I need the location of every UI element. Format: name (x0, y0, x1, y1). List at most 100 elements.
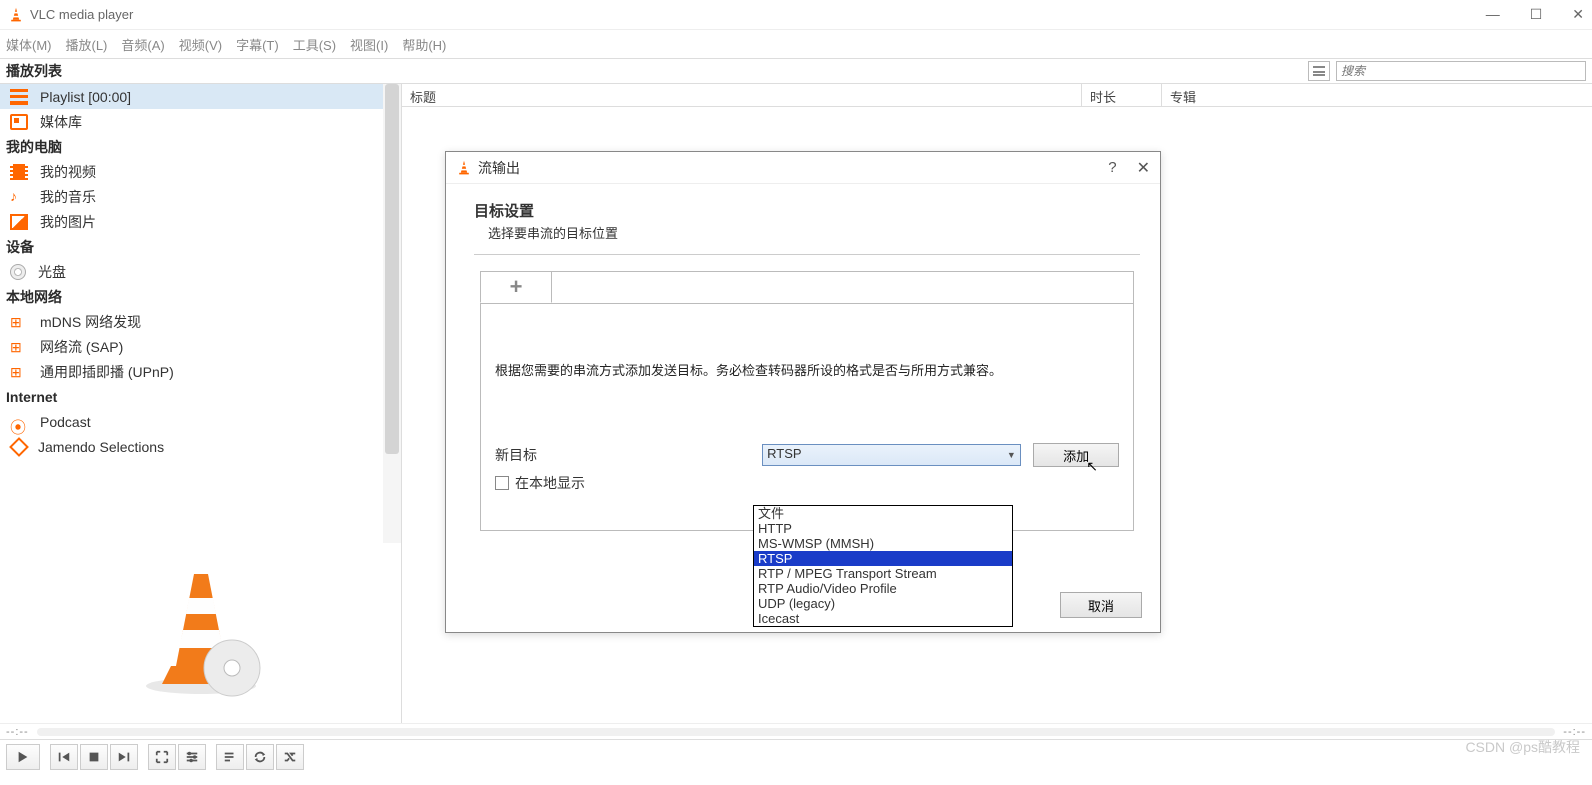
new-destination-label: 新目标 (495, 445, 762, 465)
playlist-button[interactable] (216, 744, 244, 770)
sidebar-item[interactable]: Playlist [00:00] (0, 84, 401, 109)
sidebar-category: 我的电脑 (0, 134, 401, 159)
mus-icon: ♪ (10, 189, 28, 205)
dropdown-option[interactable]: 文件 (754, 506, 1012, 521)
menu-bar: 媒体(M) 播放(L) 音频(A) 视频(V) 字幕(T) 工具(S) 视图(I… (0, 30, 1592, 58)
add-tab-button[interactable]: + (480, 271, 552, 303)
menu-audio[interactable]: 音频(A) (121, 35, 164, 54)
sidebar-item[interactable]: ⊞ 网络流 (SAP) (0, 334, 401, 359)
seek-bar: --:-- --:-- (0, 723, 1592, 739)
sidebar-category: Internet (0, 384, 401, 409)
loop-button[interactable] (246, 744, 274, 770)
cancel-button[interactable]: 取消 (1060, 592, 1142, 618)
net-icon: ⊞ (10, 339, 28, 355)
menu-tools[interactable]: 工具(S) (293, 35, 336, 54)
combobox-value: RTSP (767, 446, 801, 461)
pod-icon: ⦿ (10, 414, 28, 430)
lib-icon (10, 114, 28, 130)
next-button[interactable] (110, 744, 138, 770)
net-icon: ⊞ (10, 364, 28, 380)
prev-button[interactable] (50, 744, 78, 770)
sidebar-item-label: 光盘 (32, 262, 66, 282)
col-title[interactable]: 标题 (402, 84, 1082, 106)
chevron-down-icon: ▼ (1002, 445, 1020, 465)
sidebar-item-label: Podcast (34, 414, 91, 430)
sidebar-category: 设备 (0, 234, 401, 259)
sidebar-scrollbar[interactable] (383, 84, 401, 543)
sidebar-item-label: Jamendo Selections (32, 439, 164, 455)
pic-icon (10, 214, 28, 230)
sidebar-item[interactable]: ♪ 我的音乐 (0, 184, 401, 209)
watermark: CSDN @ps酷教程 (1465, 737, 1580, 757)
vlc-cone-icon (456, 160, 472, 176)
col-duration[interactable]: 时长 (1082, 84, 1162, 106)
seek-track[interactable] (37, 728, 1556, 736)
fullscreen-button[interactable] (148, 744, 176, 770)
column-headers: 标题 时长 专辑 (402, 84, 1592, 107)
maximize-button[interactable]: ☐ (1530, 6, 1543, 23)
time-total: --:-- (1563, 726, 1586, 738)
destination-dropdown-list[interactable]: 文件HTTPMS-WMSP (MMSH)RTSPRTP / MPEG Trans… (753, 505, 1013, 627)
sidebar-item-label: 我的音乐 (34, 187, 96, 207)
sidebar-item-label: 网络流 (SAP) (34, 337, 123, 357)
sidebar-category: 本地网络 (0, 284, 401, 309)
window-title: VLC media player (30, 7, 1486, 22)
sidebar-item[interactable]: Jamendo Selections (0, 434, 401, 459)
minimize-button[interactable]: — (1486, 6, 1500, 23)
destination-combobox[interactable]: RTSP ▼ (762, 444, 1021, 466)
play-button[interactable] (6, 744, 40, 770)
sidebar-item[interactable]: 我的视频 (0, 159, 401, 184)
sidebar-item-label: 我的视频 (34, 162, 96, 182)
net-icon: ⊞ (10, 314, 28, 330)
menu-playback[interactable]: 播放(L) (66, 35, 108, 54)
dialog-heading: 目标设置 (474, 200, 1140, 221)
menu-help[interactable]: 帮助(H) (402, 35, 446, 54)
dialog-title: 流输出 (478, 158, 1108, 178)
sidebar-item[interactable]: 我的图片 (0, 209, 401, 234)
disc-icon (10, 264, 26, 280)
playback-controls (0, 739, 1592, 773)
show-local-checkbox[interactable] (495, 476, 509, 490)
sidebar-item[interactable]: 光盘 (0, 259, 401, 284)
dropdown-option[interactable]: UDP (legacy) (754, 596, 1012, 611)
vlc-logo (0, 543, 401, 723)
dialog-note: 根据您需要的串流方式添加发送目标。务必检查转码器所设的格式是否与所用方式兼容。 (495, 360, 1119, 379)
sidebar-item-label: 媒体库 (34, 112, 82, 132)
menu-video[interactable]: 视频(V) (179, 35, 222, 54)
sidebar-item[interactable]: ⊞ mDNS 网络发现 (0, 309, 401, 334)
jam-icon (9, 437, 29, 457)
sidebar-item-label: Playlist [00:00] (34, 89, 131, 105)
menu-view[interactable]: 视图(I) (350, 35, 388, 54)
list-icon (10, 89, 28, 105)
dropdown-option[interactable]: RTSP (754, 551, 1012, 566)
shuffle-button[interactable] (276, 744, 304, 770)
list-view-icon (1313, 66, 1325, 76)
sidebar-item[interactable]: ⊞ 通用即插即播 (UPnP) (0, 359, 401, 384)
dropdown-option[interactable]: RTP / MPEG Transport Stream (754, 566, 1012, 581)
dropdown-option[interactable]: HTTP (754, 521, 1012, 536)
dialog-help-button[interactable]: ? (1108, 159, 1116, 176)
playlist-label: 播放列表 (6, 61, 62, 81)
dropdown-option[interactable]: MS-WMSP (MMSH) (754, 536, 1012, 551)
close-button[interactable]: ✕ (1572, 6, 1584, 23)
col-album[interactable]: 专辑 (1162, 84, 1592, 106)
sidebar-item-label: 通用即插即播 (UPnP) (34, 362, 174, 382)
menu-media[interactable]: 媒体(M) (6, 35, 52, 54)
time-elapsed: --:-- (6, 726, 29, 738)
show-local-label: 在本地显示 (515, 473, 585, 493)
sidebar: Playlist [00:00] 媒体库我的电脑我的视频 ♪ 我的音乐我的图片设备光盘… (0, 84, 402, 723)
sidebar-item-label: 我的图片 (34, 212, 96, 232)
sidebar-item[interactable]: 媒体库 (0, 109, 401, 134)
dialog-close-button[interactable]: ✕ (1137, 158, 1150, 178)
view-mode-button[interactable] (1308, 61, 1330, 81)
sidebar-item[interactable]: ⦿ Podcast (0, 409, 401, 434)
add-button[interactable]: 添加 ↖ (1033, 443, 1119, 467)
dropdown-option[interactable]: RTP Audio/Video Profile (754, 581, 1012, 596)
menu-subtitle[interactable]: 字幕(T) (236, 35, 279, 54)
sidebar-item-label: mDNS 网络发现 (34, 312, 141, 332)
search-input[interactable] (1336, 61, 1586, 81)
ext-settings-button[interactable] (178, 744, 206, 770)
dropdown-option[interactable]: Icecast (754, 611, 1012, 626)
stop-button[interactable] (80, 744, 108, 770)
dialog-subheading: 选择要串流的目标位置 (488, 223, 1140, 242)
